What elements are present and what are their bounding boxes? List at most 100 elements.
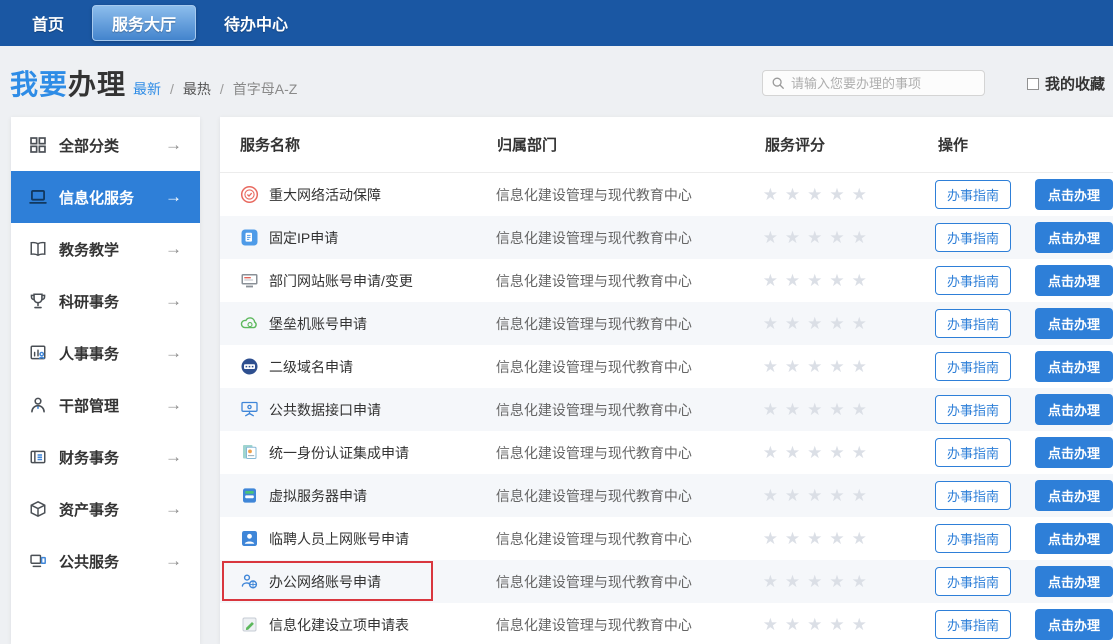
book-icon (29, 240, 47, 258)
guide-button[interactable]: 办事指南 (935, 223, 1011, 252)
apply-button[interactable]: 点击办理 (1035, 566, 1113, 597)
nav-item-home[interactable]: 首页 (28, 6, 68, 40)
table-row-sso-integration: 统一身份认证集成申请信息化建设管理与现代教育中心★★★★★办事指南点击办理 (220, 431, 1113, 474)
service-rating-stars: ★★★★★ (745, 615, 912, 635)
service-name-link[interactable]: 固定IP申请 (220, 228, 476, 248)
pencil-note-icon (240, 615, 259, 634)
arrow-right-icon: → (165, 447, 182, 467)
nav-item-todo-center[interactable]: 待办中心 (220, 6, 292, 40)
sidebar-item-it-services[interactable]: 信息化服务→ (11, 171, 200, 223)
guide-button[interactable]: 办事指南 (935, 180, 1011, 209)
service-name-text: 部门网站账号申请/变更 (269, 271, 413, 291)
arrow-right-icon: → (165, 135, 182, 155)
service-rating-stars: ★★★★★ (745, 529, 912, 549)
sidebar-item-hr[interactable]: 人事事务→ (11, 327, 200, 379)
apply-button[interactable]: 点击办理 (1035, 609, 1113, 640)
server-stack-icon (240, 486, 259, 505)
tab-hottest[interactable]: 最热 (183, 79, 211, 99)
category-sidebar: 全部分类→信息化服务→教务教学→科研事务→人事事务→干部管理→财务事务→资产事务… (11, 117, 200, 644)
guide-button[interactable]: 办事指南 (935, 567, 1011, 596)
guide-button[interactable]: 办事指南 (935, 610, 1011, 639)
table-body: 重大网络活动保障信息化建设管理与现代教育中心★★★★★办事指南点击办理固定IP申… (220, 173, 1113, 644)
apply-button[interactable]: 点击办理 (1035, 265, 1113, 296)
laptop-icon (29, 188, 47, 206)
favorites-checkbox[interactable] (1027, 78, 1039, 90)
sidebar-item-assets[interactable]: 资产事务→ (11, 483, 200, 535)
service-name-link[interactable]: 部门网站账号申请/变更 (220, 271, 476, 291)
row-actions: 办事指南点击办理 (912, 351, 1113, 382)
service-name-link[interactable]: 重大网络活动保障 (220, 185, 476, 205)
target-icon (240, 185, 259, 204)
tab-alphabet[interactable]: 首字母A-Z (233, 79, 298, 99)
apply-button[interactable]: 点击办理 (1035, 222, 1113, 253)
network-monitor-icon (240, 400, 259, 419)
apply-button[interactable]: 点击办理 (1035, 437, 1113, 468)
apply-button[interactable]: 点击办理 (1035, 480, 1113, 511)
service-department: 信息化建设管理与现代教育中心 (476, 400, 745, 420)
service-portal-page: 首页服务大厅待办中心 我要办理 最新/最热/首字母A-Z 我的收藏 全部分类→信… (0, 0, 1113, 644)
column-header-0: 服务名称 (220, 134, 477, 155)
service-name-link[interactable]: 办公网络账号申请 (220, 572, 476, 592)
box-icon (29, 500, 47, 518)
sidebar-item-label: 教务教学 (59, 239, 153, 260)
tab-separator: / (170, 81, 174, 97)
apply-button[interactable]: 点击办理 (1035, 351, 1113, 382)
sidebar-item-label: 全部分类 (59, 135, 153, 156)
guide-button[interactable]: 办事指南 (935, 481, 1011, 510)
search-input[interactable] (791, 76, 976, 91)
row-actions: 办事指南点击办理 (912, 523, 1113, 554)
sidebar-item-all-categories[interactable]: 全部分类 → (11, 119, 200, 171)
service-name-link[interactable]: 统一身份认证集成申请 (220, 443, 476, 463)
sidebar-item-research[interactable]: 科研事务→ (11, 275, 200, 327)
service-rating-stars: ★★★★★ (745, 185, 912, 205)
nav-item-service-hall[interactable]: 服务大厅 (92, 5, 196, 41)
column-header-3: 操作 (915, 134, 1113, 155)
guide-button[interactable]: 办事指南 (935, 395, 1011, 424)
service-name-link[interactable]: 堡垒机账号申请 (220, 314, 476, 334)
sidebar-item-label: 公共服务 (59, 551, 153, 572)
sidebar-item-cadre[interactable]: 干部管理→ (11, 379, 200, 431)
arrow-right-icon: → (165, 343, 182, 363)
top-nav: 首页服务大厅待办中心 (0, 0, 1113, 46)
monitor-icon (29, 552, 47, 570)
trophy-icon (29, 292, 47, 310)
service-rating-stars: ★★★★★ (745, 486, 912, 506)
sidebar-item-label: 干部管理 (59, 395, 153, 416)
service-department: 信息化建设管理与现代教育中心 (476, 572, 745, 592)
table-row-dept-website-account: 部门网站账号申请/变更信息化建设管理与现代教育中心★★★★★办事指南点击办理 (220, 259, 1113, 302)
service-rating-stars: ★★★★★ (745, 228, 912, 248)
arrow-right-icon: → (165, 187, 182, 207)
sidebar-item-public-services[interactable]: 公共服务→ (11, 535, 200, 587)
service-rating-stars: ★★★★★ (745, 271, 912, 291)
sidebar-item-academic[interactable]: 教务教学→ (11, 223, 200, 275)
service-department: 信息化建设管理与现代教育中心 (476, 615, 745, 635)
service-name-link[interactable]: 临聘人员上网账号申请 (220, 529, 476, 549)
service-department: 信息化建设管理与现代教育中心 (476, 314, 745, 334)
chart-person-icon (29, 344, 47, 362)
search-box[interactable] (762, 70, 985, 96)
service-name-link[interactable]: 虚拟服务器申请 (220, 486, 476, 506)
service-name-link[interactable]: 公共数据接口申请 (220, 400, 476, 420)
apply-button[interactable]: 点击办理 (1035, 179, 1113, 210)
service-name-link[interactable]: 信息化建设立项申请表 (220, 615, 476, 635)
table-row-it-project-application: 信息化建设立项申请表信息化建设管理与现代教育中心★★★★★ 办事指南点击办理 (220, 603, 1113, 644)
service-name-link[interactable]: 二级域名申请 (220, 357, 476, 377)
tab-newest[interactable]: 最新 (133, 79, 161, 99)
guide-button[interactable]: 办事指南 (935, 438, 1011, 467)
apply-button[interactable]: 点击办理 (1035, 308, 1113, 339)
table-row-subdomain: 二级域名申请信息化建设管理与现代教育中心★★★★★办事指南点击办理 (220, 345, 1113, 388)
row-actions: 办事指南点击办理 (912, 222, 1113, 253)
service-department: 信息化建设管理与现代教育中心 (476, 357, 745, 377)
table-row-virtual-server: 虚拟服务器申请信息化建设管理与现代教育中心★★★★★办事指南点击办理 (220, 474, 1113, 517)
service-department: 信息化建设管理与现代教育中心 (476, 185, 745, 205)
guide-button[interactable]: 办事指南 (935, 524, 1011, 553)
apply-button[interactable]: 点击办理 (1035, 394, 1113, 425)
my-favorites-toggle[interactable]: 我的收藏 (1027, 73, 1105, 94)
guide-button[interactable]: 办事指南 (935, 266, 1011, 295)
table-header: 服务名称归属部门服务评分操作 (220, 117, 1113, 173)
guide-button[interactable]: 办事指南 (935, 352, 1011, 381)
tab-separator: / (220, 81, 224, 97)
sidebar-item-finance[interactable]: 财务事务→ (11, 431, 200, 483)
guide-button[interactable]: 办事指南 (935, 309, 1011, 338)
apply-button[interactable]: 点击办理 (1035, 523, 1113, 554)
